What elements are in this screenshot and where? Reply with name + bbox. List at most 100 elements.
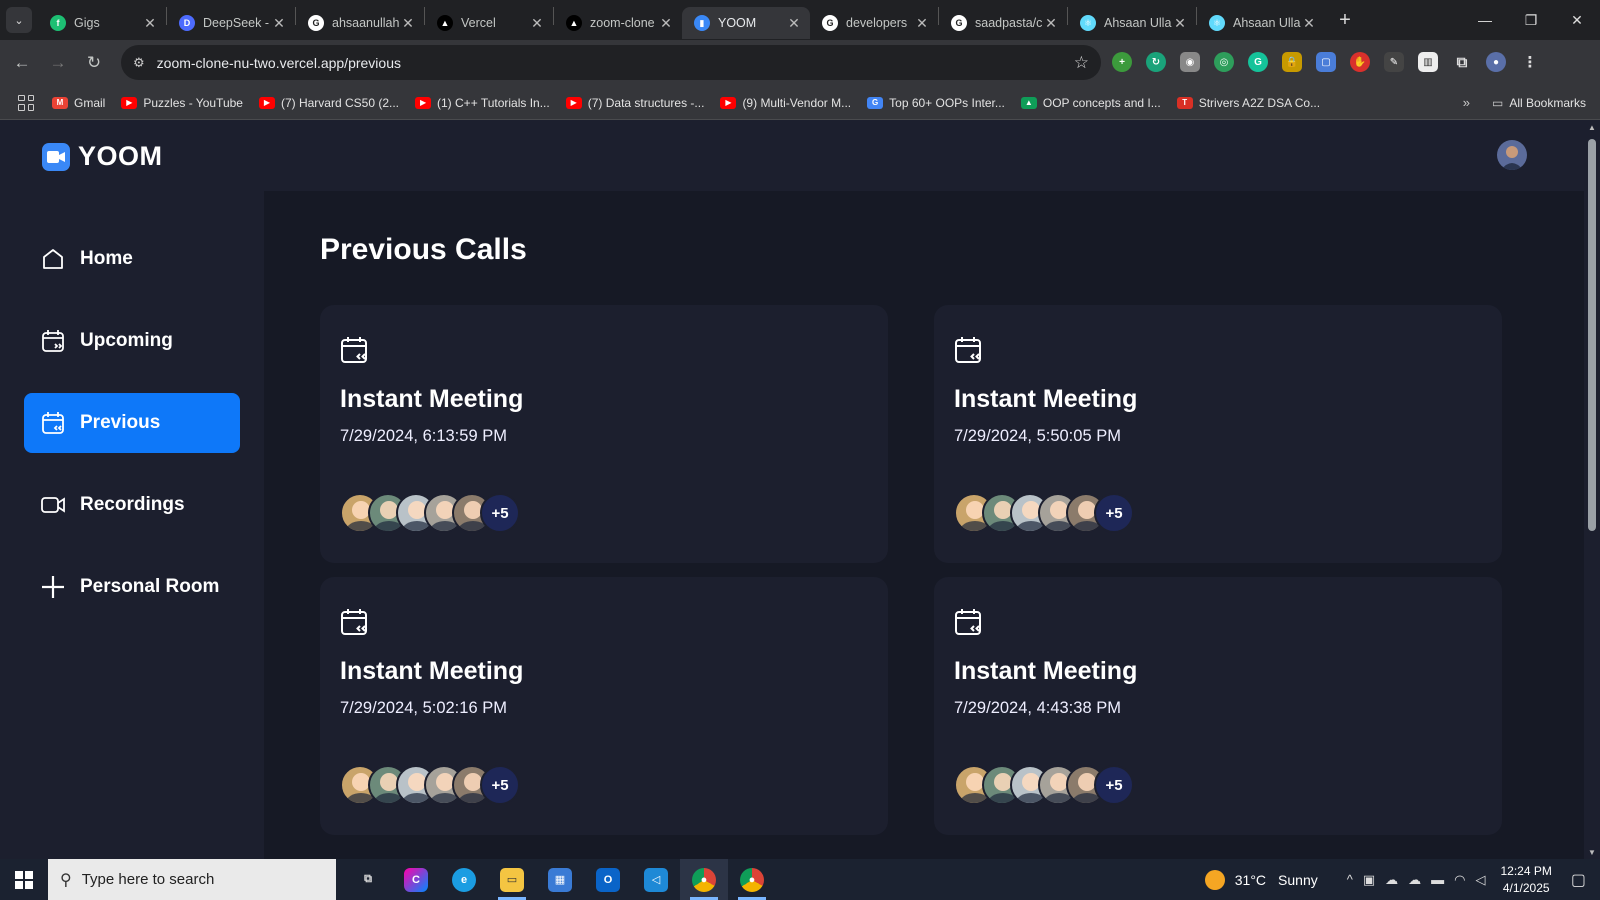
tab-close-icon[interactable]: ✕ (271, 15, 287, 32)
extension-icon[interactable]: ◎ (1214, 52, 1234, 72)
url-text[interactable]: zoom-clone-nu-two.vercel.app/previous (157, 55, 1074, 71)
restore-button[interactable]: ❐ (1508, 12, 1554, 29)
browser-tab[interactable]: ⚛ Ahsaan Ulla ✕ (1068, 7, 1196, 39)
sidebar-item-previous[interactable]: Previous (24, 393, 240, 453)
volume-icon[interactable]: ◁ (1476, 872, 1486, 888)
new-tab-button[interactable]: + (1331, 6, 1359, 34)
wifi-icon[interactable]: ◠ (1454, 872, 1465, 888)
calendar-previous-icon (954, 335, 984, 365)
tab-close-icon[interactable]: ✕ (786, 15, 802, 32)
bookmark-favicon-icon: ▲ (1020, 96, 1037, 109)
chrome-icon[interactable]: ● (680, 859, 728, 900)
extension-icon[interactable]: ✋ (1350, 52, 1370, 72)
notifications-icon[interactable]: ▢ (1571, 870, 1586, 890)
browser-menu-icon[interactable]: ⋮ (1520, 52, 1540, 72)
bookmark-star-icon[interactable]: ☆ (1074, 53, 1089, 73)
back-button[interactable]: ← (4, 53, 40, 73)
search-icon: ⚲ (60, 871, 72, 889)
all-bookmarks-link[interactable]: All Bookmarks (1509, 96, 1586, 110)
sidebar-item-home[interactable]: Home (24, 229, 240, 289)
tab-close-icon[interactable]: ✕ (1172, 15, 1188, 32)
camera-extension-icon[interactable]: ◉ (1180, 52, 1200, 72)
chevron-more-icon[interactable]: » (1463, 95, 1470, 110)
meeting-card[interactable]: Instant Meeting 7/29/2024, 5:02:16 PM +5 (320, 577, 888, 835)
screen-extension-icon[interactable]: ▢ (1316, 52, 1336, 72)
onedrive-icon[interactable]: ☁ (1408, 872, 1421, 888)
bookmark-item[interactable]: ▲ OOP concepts and I... (1020, 96, 1161, 110)
pen-extension-icon[interactable]: ✎ (1384, 52, 1404, 72)
vscode-icon[interactable]: ◁ (632, 859, 680, 900)
site-info-icon[interactable]: ⚙ (133, 55, 145, 71)
meeting-card[interactable]: Instant Meeting 7/29/2024, 6:13:59 PM +5 (320, 305, 888, 563)
logo[interactable]: YOOM (42, 141, 163, 172)
address-bar[interactable]: ⚙ zoom-clone-nu-two.vercel.app/previous … (121, 45, 1101, 80)
extensions-puzzle-icon[interactable]: ⧉ (1452, 52, 1472, 72)
extension-icon[interactable]: ↻ (1146, 52, 1166, 72)
extension-icon[interactable]: + (1112, 52, 1132, 72)
more-participants-badge: +5 (1094, 493, 1134, 533)
start-button[interactable] (0, 859, 48, 900)
user-avatar[interactable] (1497, 140, 1527, 170)
scrollbar-thumb[interactable] (1588, 139, 1596, 531)
apps-grid-icon[interactable] (18, 94, 34, 111)
bookmark-item[interactable]: G Top 60+ OOPs Inter... (867, 96, 1005, 110)
sidebar-item-recordings[interactable]: Recordings (24, 475, 240, 535)
bookmark-item[interactable]: T Strivers A2Z DSA Co... (1176, 96, 1320, 110)
browser-tab[interactable]: ⚛ Ahsaan Ulla ✕ (1197, 7, 1325, 39)
lock-extension-icon[interactable]: 🔒 (1282, 52, 1302, 72)
store-icon[interactable]: ▦ (536, 859, 584, 900)
browser-tab[interactable]: ▲ zoom-clone ✕ (554, 7, 682, 39)
reload-button[interactable]: ↻ (76, 53, 112, 73)
tab-close-icon[interactable]: ✕ (400, 15, 416, 32)
tab-close-icon[interactable]: ✕ (914, 15, 930, 32)
copilot-icon[interactable]: C (392, 859, 440, 900)
tab-close-icon[interactable]: ✕ (529, 15, 545, 32)
scroll-down-arrow[interactable]: ▼ (1587, 848, 1597, 857)
weather-widget[interactable]: 31°C Sunny (1204, 869, 1318, 890)
tab-close-icon[interactable]: ✕ (1043, 15, 1059, 32)
logo-text: YOOM (78, 141, 163, 171)
bookmark-item[interactable]: ▶ (1) C++ Tutorials In... (415, 96, 550, 110)
tab-search-button[interactable]: ⌄ (6, 7, 32, 33)
scroll-up-arrow[interactable]: ▲ (1587, 123, 1597, 132)
tab-close-icon[interactable]: ✕ (658, 15, 674, 32)
bookmark-item[interactable]: ▶ Puzzles - YouTube (121, 96, 243, 110)
extension-icon[interactable]: ▥ (1418, 52, 1438, 72)
clock[interactable]: 12:24 PM 4/1/2025 (1501, 863, 1552, 897)
browser-tab[interactable]: Gdevelopers ✕ (810, 7, 938, 39)
edge-icon[interactable]: e (440, 859, 488, 900)
task-view-icon[interactable]: ⧉ (344, 859, 392, 900)
profile-avatar[interactable]: ● (1486, 52, 1506, 72)
meeting-card[interactable]: Instant Meeting 7/29/2024, 4:43:38 PM +5 (934, 577, 1502, 835)
onedrive-sync-icon[interactable]: ☁ (1385, 872, 1398, 888)
forward-button[interactable]: → (40, 53, 76, 73)
chevron-up-icon[interactable]: ^ (1347, 872, 1353, 887)
outlook-icon[interactable]: O (584, 859, 632, 900)
browser-tab[interactable]: f Gigs ✕ (38, 7, 166, 39)
bookmark-item[interactable]: ▶ (7) Harvard CS50 (2... (258, 96, 399, 110)
tab-favicon-icon: G (308, 15, 324, 31)
browser-tab[interactable]: ▲ Vercel ✕ (425, 7, 553, 39)
browser-tab[interactable]: ▮ YOOM ✕ (682, 7, 810, 39)
sidebar-item-upcoming[interactable]: Upcoming (24, 311, 240, 371)
bookmark-item[interactable]: ▶ (9) Multi-Vendor M... (720, 96, 851, 110)
close-window-button[interactable]: ✕ (1554, 12, 1600, 29)
meeting-card[interactable]: Instant Meeting 7/29/2024, 5:50:05 PM +5 (934, 305, 1502, 563)
tab-close-icon[interactable]: ✕ (1301, 15, 1317, 32)
meet-icon[interactable]: ▣ (1363, 872, 1375, 888)
minimize-button[interactable]: — (1462, 12, 1508, 29)
browser-tab[interactable]: Gahsaanullah ✕ (296, 7, 424, 39)
taskbar-search[interactable]: ⚲ Type here to search (48, 859, 336, 900)
browser-tab[interactable]: Gsaadpasta/c ✕ (939, 7, 1067, 39)
file-explorer-icon[interactable]: ▭ (488, 859, 536, 900)
bookmark-item[interactable]: ▶ (7) Data structures -... (565, 96, 704, 110)
bookmark-item[interactable]: M Gmail (52, 96, 105, 110)
bookmark-favicon-icon: ▶ (565, 96, 582, 109)
tab-close-icon[interactable]: ✕ (142, 15, 158, 32)
page-scrollbar[interactable]: ▲ ▼ (1584, 121, 1600, 859)
sidebar-item-personal-room[interactable]: Personal Room (24, 557, 240, 617)
browser-tab[interactable]: D DeepSeek - ✕ (167, 7, 295, 39)
chrome-profile-icon[interactable]: ● (728, 859, 776, 900)
battery-icon[interactable]: ▬ (1431, 872, 1444, 887)
grammarly-icon[interactable]: G (1248, 52, 1268, 72)
